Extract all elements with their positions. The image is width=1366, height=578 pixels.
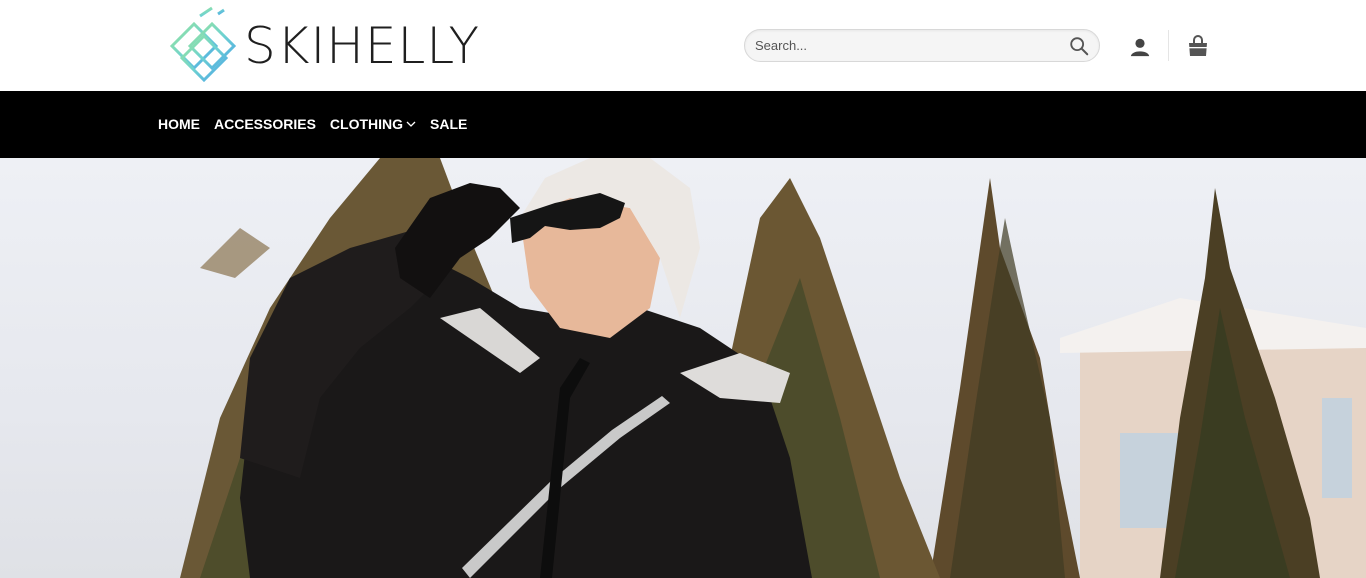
nav-menu: HOME ACCESSORIES CLOTHING SALE xyxy=(158,116,467,132)
nav-item-sale[interactable]: SALE xyxy=(430,116,467,132)
hero-image xyxy=(180,158,1366,578)
nav-item-label: ACCESSORIES xyxy=(214,116,316,132)
nav-item-label: CLOTHING xyxy=(329,116,404,132)
hero-banner xyxy=(0,158,1366,578)
site-header: SKIHELLY xyxy=(0,0,1366,91)
site-logo[interactable]: SKIHELLY xyxy=(160,6,500,86)
shopping-bag-icon[interactable] xyxy=(1186,34,1210,58)
nav-item-label: HOME xyxy=(158,116,200,132)
logo-mark-icon xyxy=(169,6,237,83)
search-icon[interactable] xyxy=(1068,35,1090,57)
search-box xyxy=(744,29,1100,62)
nav-item-clothing[interactable]: CLOTHING xyxy=(330,116,416,132)
header-divider xyxy=(1168,30,1169,61)
nav-item-label: SALE xyxy=(430,116,468,132)
user-icon[interactable] xyxy=(1129,36,1151,58)
brand-name: SKIHELLY xyxy=(244,17,481,75)
chevron-down-icon xyxy=(406,121,416,127)
nav-item-home[interactable]: HOME xyxy=(158,116,200,132)
search-input[interactable] xyxy=(755,38,1055,53)
nav-item-accessories[interactable]: ACCESSORIES xyxy=(214,116,316,132)
main-nav: HOME ACCESSORIES CLOTHING SALE xyxy=(0,91,1366,158)
